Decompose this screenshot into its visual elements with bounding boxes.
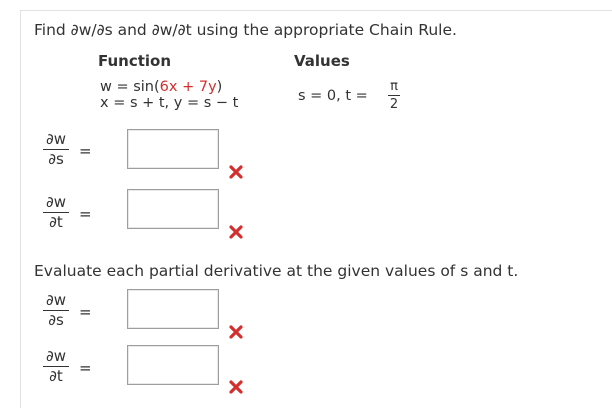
fraction-bar [388, 95, 400, 96]
dw-ds-answer-input[interactable] [127, 129, 219, 169]
incorrect-x-icon [229, 225, 243, 239]
dw-dt-eval-answer-input[interactable] [127, 345, 219, 385]
dw-numerator: ∂w [45, 130, 67, 148]
equals-sign: = [79, 303, 92, 321]
equals-sign: = [79, 359, 92, 377]
incorrect-x-icon [229, 325, 243, 339]
dt-denominator: ∂t [49, 213, 63, 231]
incorrect-x-icon [229, 380, 243, 394]
dw-ds-label: ∂w ∂s [43, 131, 69, 168]
dt-denominator: ∂t [49, 367, 63, 385]
dw-dt-answer-input[interactable] [127, 189, 219, 229]
dw-ds-eval-label: ∂w ∂s [43, 292, 69, 329]
dw-ds-eval-answer-input[interactable] [127, 289, 219, 329]
dw-numerator: ∂w [45, 193, 67, 211]
ds-denominator: ∂s [48, 150, 64, 168]
t-value-denominator: 2 [389, 97, 399, 112]
w-prefix: w = sin( [100, 79, 160, 95]
w-suffix: ) [216, 79, 223, 95]
equals-sign: = [79, 205, 92, 223]
values-header: Values [294, 52, 350, 70]
function-header: Function [98, 52, 172, 70]
function-w: w = sin(6x + 7y) [100, 79, 222, 95]
values-s-t: s = 0, t = [298, 88, 368, 104]
question-text: Find ∂w/∂s and ∂w/∂t using the appropria… [34, 21, 457, 39]
dw-dt-eval-label: ∂w ∂t [43, 348, 69, 385]
t-value-numerator: π [390, 79, 398, 94]
ds-denominator: ∂s [48, 311, 64, 329]
dw-numerator: ∂w [45, 291, 67, 309]
function-xy: x = s + t, y = s − t [100, 95, 239, 111]
incorrect-x-icon [229, 165, 243, 179]
equals-sign: = [79, 142, 92, 160]
dw-dt-label: ∂w ∂t [43, 194, 69, 231]
dw-numerator: ∂w [45, 347, 67, 365]
w-argument: 6x + 7y [159, 79, 217, 95]
t-value-fraction: π 2 [388, 79, 400, 112]
evaluate-instruction: Evaluate each partial derivative at the … [34, 262, 519, 280]
